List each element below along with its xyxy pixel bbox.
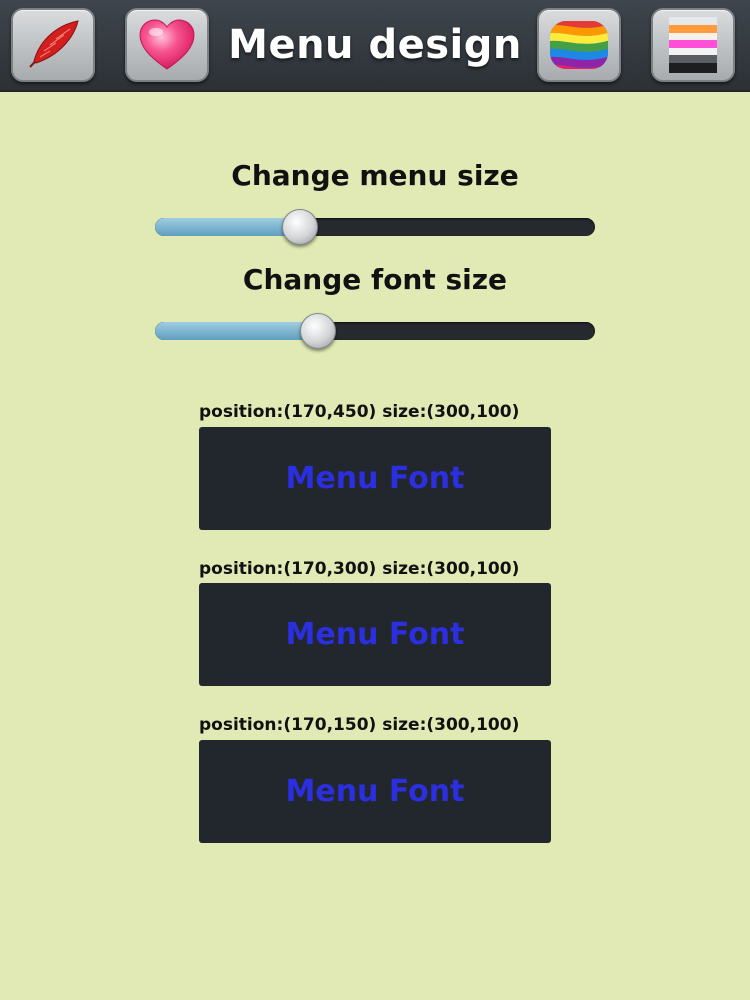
feather-button[interactable] bbox=[11, 8, 95, 82]
menu-preview-box[interactable]: Menu Font bbox=[199, 583, 551, 686]
heart-button[interactable] bbox=[125, 8, 209, 82]
menu-info-label: position:(170,450) size:(300,100) bbox=[199, 402, 520, 422]
slider-fill bbox=[155, 322, 318, 340]
rainbow-palette-icon bbox=[550, 21, 608, 69]
slider-knob[interactable] bbox=[282, 209, 319, 245]
slider-track bbox=[155, 322, 595, 340]
menu-size-label: Change menu size bbox=[231, 159, 519, 192]
slider-fill bbox=[155, 218, 301, 236]
menu-font-label: Menu Font bbox=[285, 774, 465, 809]
menu-font-label: Menu Font bbox=[285, 617, 465, 652]
slider-track bbox=[155, 218, 595, 236]
menu-info-label: position:(170,150) size:(300,100) bbox=[199, 715, 520, 735]
top-toolbar: Menu design bbox=[0, 0, 750, 92]
rainbow-palette-button[interactable] bbox=[537, 8, 621, 82]
menu-preview-box[interactable]: Menu Font bbox=[199, 740, 551, 843]
menu-font-label: Menu Font bbox=[285, 461, 465, 496]
feather-icon bbox=[29, 20, 79, 68]
font-size-slider[interactable] bbox=[155, 313, 595, 349]
color-stripes-icon bbox=[669, 17, 717, 73]
font-size-label: Change font size bbox=[242, 263, 508, 296]
heart-icon bbox=[139, 19, 195, 70]
menu-size-slider[interactable] bbox=[155, 209, 595, 245]
menu-info-label: position:(170,300) size:(300,100) bbox=[199, 559, 520, 579]
menu-preview-box[interactable]: Menu Font bbox=[199, 427, 551, 530]
page-title: Menu design bbox=[228, 22, 522, 68]
slider-knob[interactable] bbox=[299, 313, 336, 349]
color-stripes-button[interactable] bbox=[651, 8, 735, 82]
